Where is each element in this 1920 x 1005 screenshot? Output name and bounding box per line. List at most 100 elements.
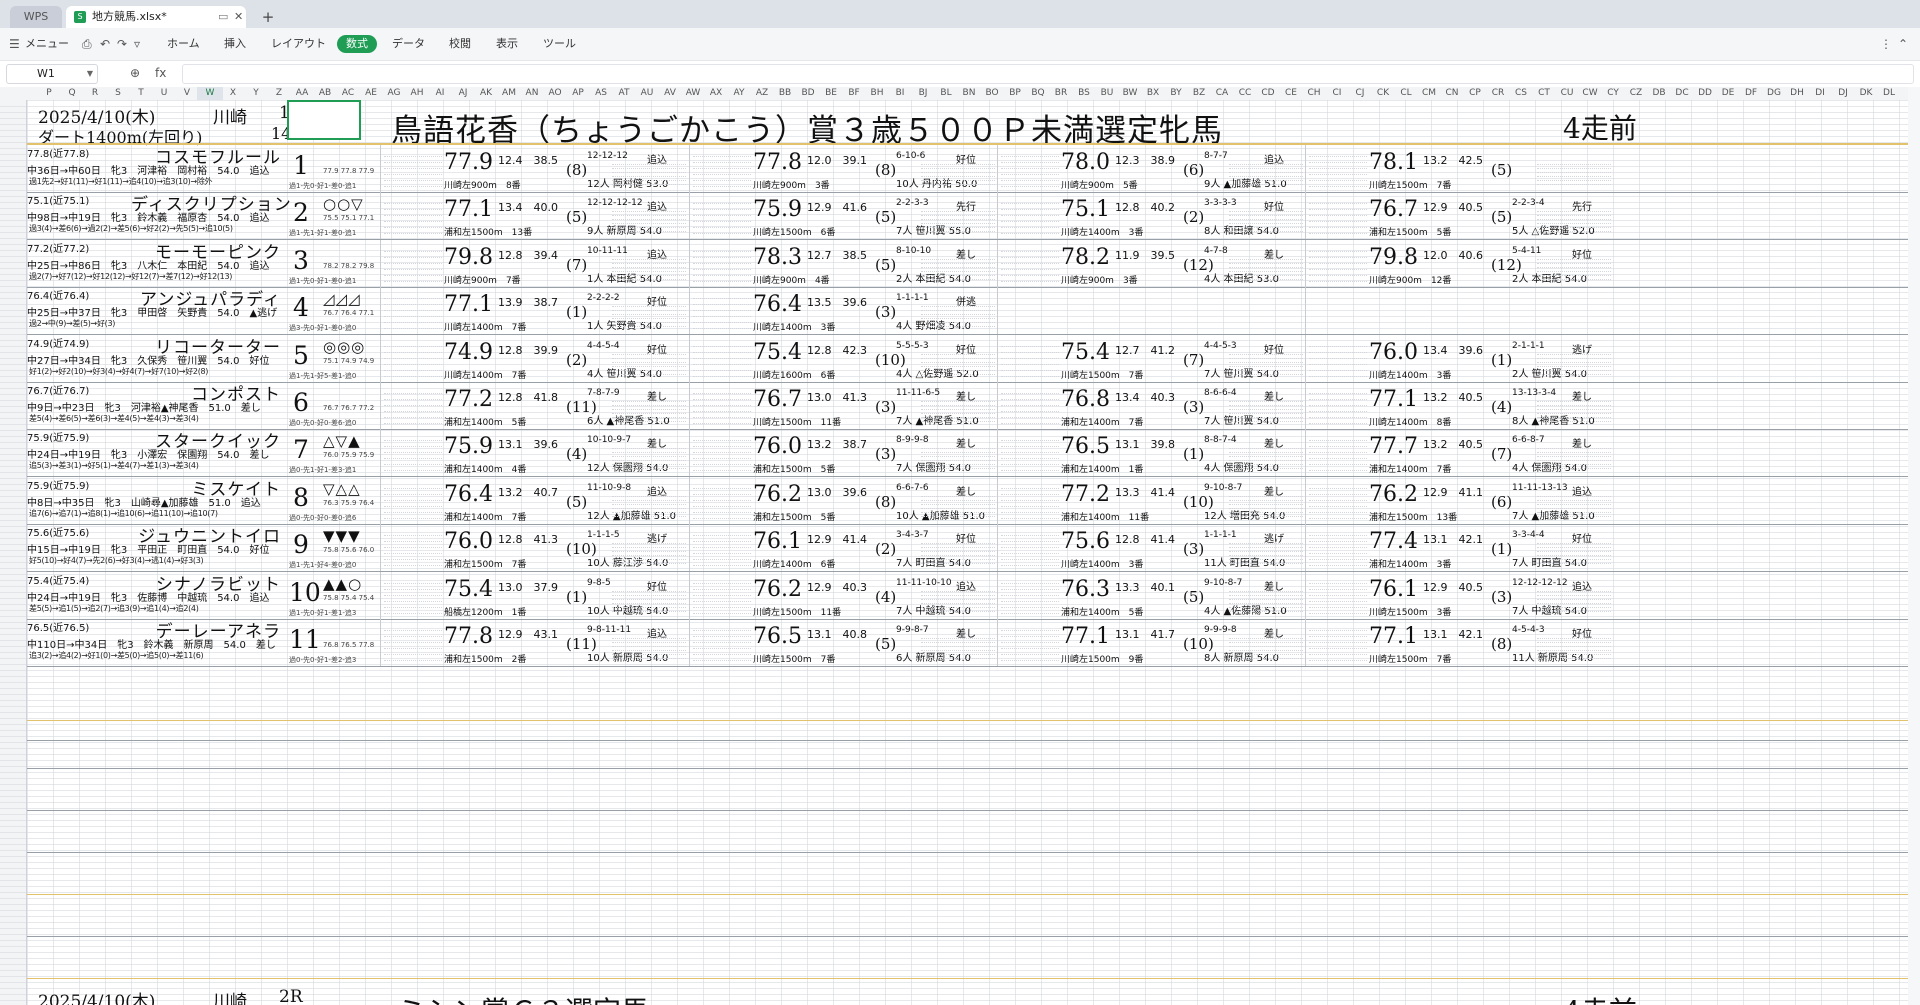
undo-icon[interactable]: ↶	[100, 35, 110, 53]
past-race-times: 12.8 40.2	[1115, 201, 1175, 215]
horse-row[interactable]: 77.2(近77.2) モーモーピンク 中25日→中86日 牝3 八木仁 本田紀 5…	[27, 239, 1920, 288]
past-race-separator	[1305, 192, 1306, 240]
close-tab-icon[interactable]: ✕	[234, 6, 243, 28]
past-race-course: 浦和左1400m 5番	[444, 418, 527, 428]
past-race-index: 77.7	[1369, 434, 1418, 460]
tab-review[interactable]: 校閲	[449, 35, 471, 53]
past-race-corners: 9-8-5	[587, 577, 611, 588]
tab-window-icon[interactable]: ▭	[218, 6, 228, 28]
past-race-times: 12.9 43.1	[498, 628, 558, 641]
tab-layout[interactable]: レイアウト	[271, 35, 326, 53]
horse-row[interactable]: 75.4(近75.4) シナノラビット 中24日→中19日 牝3 佐藤博 中越琉 5…	[27, 571, 1920, 620]
past-race-separator	[380, 619, 381, 666]
index-values: 75.1 74.9 74.9	[323, 356, 375, 365]
race2-place: 川崎	[213, 992, 247, 1005]
zoom-search-icon[interactable]: ⊕	[130, 64, 140, 82]
formula-input[interactable]	[182, 64, 1914, 84]
name-box[interactable]: W1 ▼	[6, 64, 98, 84]
past-race-course: 川崎左1500m 7番	[1369, 181, 1452, 191]
horse-row[interactable]: 76.7(近76.7) コンポスト 中9日→中23日 牝3 河津裕▲神尾香 51.0…	[27, 382, 1920, 430]
past-race-lap-line	[921, 608, 995, 612]
horse-rating: 76.7(近76.7)	[27, 386, 90, 397]
past-race-detail-line	[384, 560, 442, 567]
past-race-block: 76.2 12.9 41.1 (6) 浦和左1500m 13番 11-11-13-13 追…	[1307, 477, 1613, 524]
past-race-block: 77.2 13.3 41.4 (10) 浦和左1400m 11番 9-10-8-7 差し 1…	[999, 477, 1305, 524]
past-race-corners: 6-6-7-6	[896, 482, 929, 493]
menu-button[interactable]: メニュー	[25, 35, 69, 53]
past-race-block: 77.8 12.9 43.1 (11) 浦和左1500m 2番 9-8-11-11 追込 1…	[382, 619, 688, 666]
past-race-field: (3)	[1183, 540, 1205, 559]
horse-row[interactable]: 76.5(近76.5) デーレーアネラ 中110日→中34日 牝3 鈴木義 新原周 …	[27, 619, 1920, 667]
horse-number: 2	[293, 198, 309, 228]
past-race-block: 75.9 12.9 41.6 (5) 川崎左1500m 6番 2-2-3-3 先行 7人 笹…	[691, 192, 997, 239]
document-tab[interactable]: S 地方競馬.xlsx* ▭ ✕	[66, 6, 246, 28]
past-race-detail-line	[384, 276, 442, 282]
past-race-corners: 10-10-9-7	[587, 435, 632, 446]
past-race-index: 75.9	[444, 434, 493, 460]
select-all-corner[interactable]	[0, 87, 27, 101]
tab-data[interactable]: データ	[392, 35, 425, 53]
tab-view[interactable]: 表示	[496, 35, 518, 53]
past-race-corners: 11-11-13-13	[1512, 482, 1568, 493]
past-race-block: 76.8 13.4 40.3 (3) 浦和左1400m 7番 8-6-6-4 差し 7人 笹…	[999, 382, 1305, 429]
past-race-times: 13.1 39.6	[498, 438, 558, 452]
past-race-detail-line	[1001, 228, 1059, 235]
tab-tools[interactable]: ツール	[543, 35, 576, 53]
past-race-corners: 6-10-6	[896, 151, 926, 161]
past-race-detail-line	[693, 276, 751, 282]
past-race-detail-line	[1309, 608, 1367, 614]
past-race-corners: 13-13-3-4	[1512, 388, 1557, 398]
past-race-index: 75.4	[444, 576, 493, 602]
tab-home[interactable]: ホーム	[167, 35, 200, 53]
index-values: 76.0 75.9 75.9	[323, 451, 375, 460]
past-race-index: 76.2	[753, 576, 802, 602]
column-header[interactable]: DL	[1876, 87, 1902, 100]
horse-rating: 75.1(近75.1)	[27, 196, 90, 208]
horse-row[interactable]: 75.9(近75.9) スタークイック 中24日→中19日 牝3 小澤宏 保園翔 5…	[27, 429, 1920, 478]
past-race-block: 76.1 12.9 41.4 (2) 川崎左1400m 6番 3-4-3-7 好位 7人 町…	[691, 524, 997, 571]
past-race-corners: 8-7-7	[1204, 151, 1228, 161]
more-options-icon[interactable]: ⋮	[1880, 35, 1892, 53]
past-race-field: (8)	[875, 492, 897, 511]
row-header[interactable]	[0, 994, 26, 1001]
past-race-separator	[997, 476, 998, 524]
spreadsheet-grid[interactable]: 2025/4/10(木) 川崎 1R ダート1400m(左回り) 14:45 鳥…	[27, 100, 1920, 1005]
past-race-separator	[997, 619, 998, 666]
new-tab-button[interactable]: +	[258, 6, 278, 28]
horse-row[interactable]: 75.6(近75.6) ジュウニントイロ 中15日→中19日 牝3 平田正 町田直 …	[27, 524, 1920, 573]
past-race-course: 川崎左900m 7番	[444, 275, 521, 286]
horse-row[interactable]: 74.9(近74.9) リコーターター 中27日→中34日 牝3 久保秀 笹川翼 5…	[27, 334, 1920, 383]
past-race-index: 75.1	[1061, 197, 1110, 223]
save-icon[interactable]: ⎙	[82, 35, 92, 53]
horse-row[interactable]: 75.1(近75.1) ディスクリプション 中98日→中19日 牝3 鈴木義 福原杏…	[27, 192, 1920, 241]
past-race-lap-line	[612, 228, 686, 233]
past-race-index: 76.1	[1369, 576, 1418, 602]
past-race-separator	[1305, 287, 1306, 335]
tab-formulas[interactable]: 数式	[337, 35, 377, 53]
more-quick-icon[interactable]: ▿	[134, 35, 140, 53]
past-race-index: 78.1	[1369, 150, 1418, 175]
wps-home-tab[interactable]: WPS	[10, 6, 62, 28]
past-race-detail-line	[384, 655, 442, 661]
past-race-field: (7)	[566, 255, 588, 274]
function-icon[interactable]: fx	[155, 64, 166, 82]
past-race-separator	[1305, 382, 1306, 429]
past-race-lap-line	[1537, 371, 1611, 375]
tab-insert[interactable]: 挿入	[224, 35, 246, 53]
redo-icon[interactable]: ↷	[117, 35, 127, 53]
past-race-corners: 8-8-7-4	[1204, 435, 1237, 446]
past-race-lap-line	[1229, 276, 1303, 280]
horse-history: 追7(6)→追7(1)→追8(1)→追10(6)→追11(10)→追10(7)	[29, 508, 218, 518]
hamburger-menu-icon[interactable]: ☰	[9, 35, 20, 53]
chevron-down-icon[interactable]: ▼	[87, 65, 93, 83]
past-race-course: 川崎左900m 12番	[1369, 275, 1452, 286]
past-race-lap-line	[921, 371, 995, 375]
selected-cell-w1[interactable]	[287, 100, 361, 140]
vertical-scrollbar[interactable]	[1908, 87, 1920, 1005]
horse-row[interactable]: 75.9(近75.9) ミスケイト 中8日→中35日 牝3 山崎尋▲加藤雄 51.0…	[27, 476, 1920, 525]
horse-row[interactable]: 76.4(近76.4) アンジュパラディ 中25日→中37日 牝3 甲田啓 矢野貴 …	[27, 287, 1920, 336]
past-race-field: (7)	[1491, 445, 1513, 464]
horse-row[interactable]: 77.8(近77.8) コスモフルール 中36日→中60日 牝3 河津裕 岡村裕 5…	[27, 145, 1920, 193]
collapse-ribbon-icon[interactable]: ⌃	[1898, 35, 1908, 53]
past-race-corners: 12-12-12-12	[1512, 577, 1568, 588]
